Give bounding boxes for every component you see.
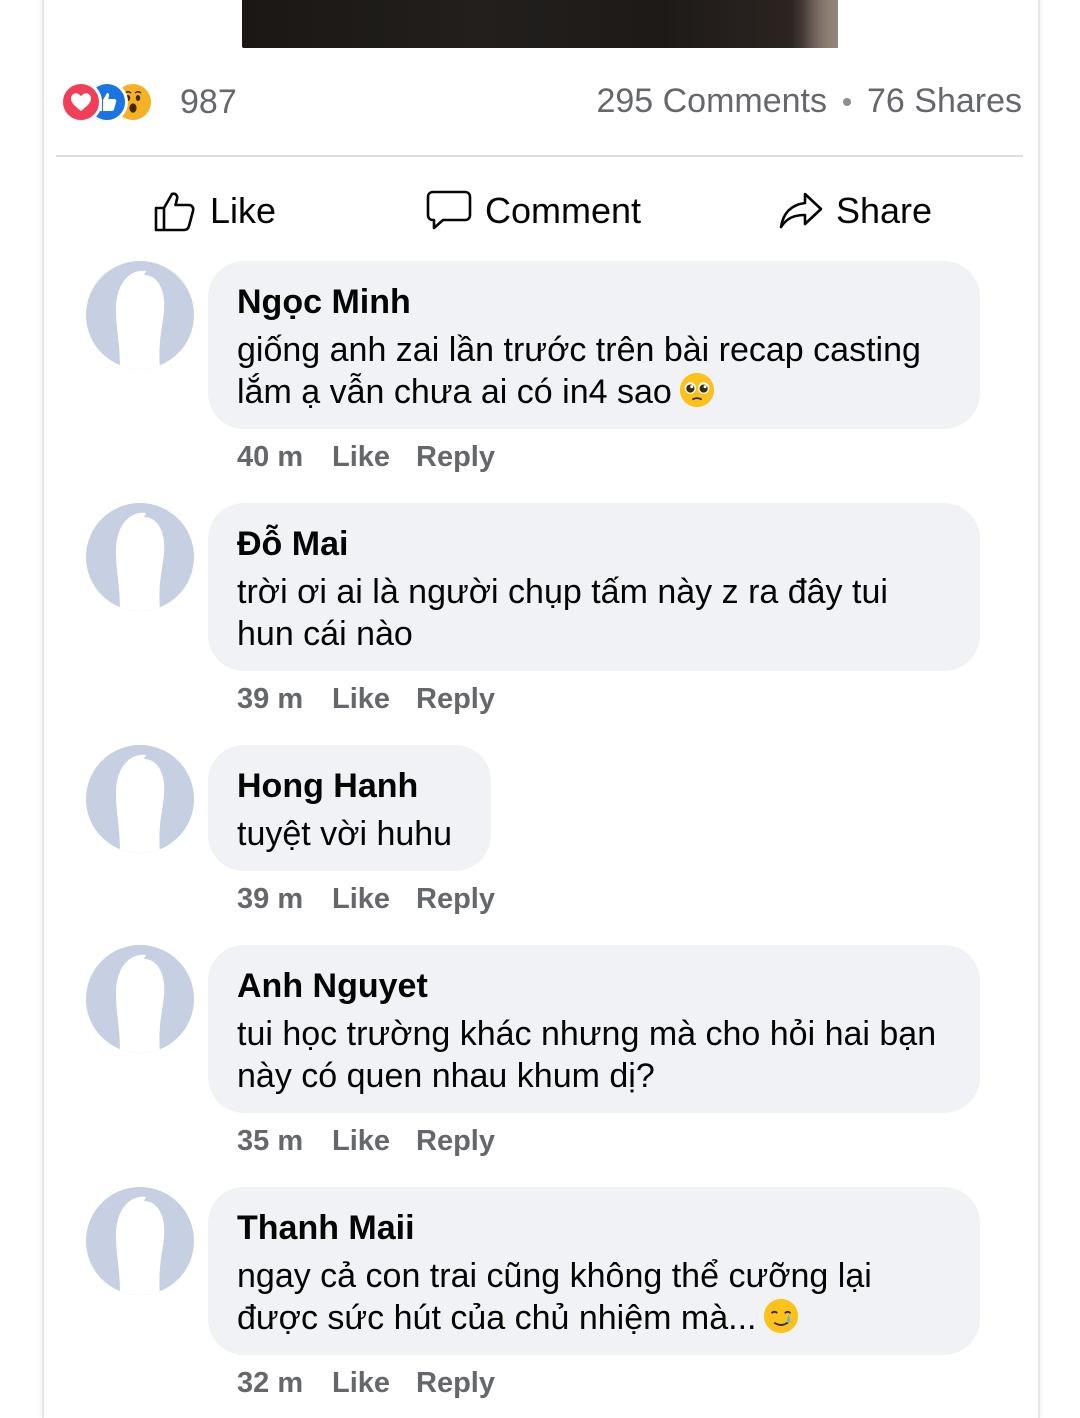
comment-like-link[interactable]: Like xyxy=(332,441,416,474)
share-button[interactable]: Share xyxy=(778,183,932,239)
share-button-label: Share xyxy=(836,190,933,231)
reactions-summary[interactable]: 987 xyxy=(60,78,237,126)
comment-like-link[interactable]: Like xyxy=(332,883,416,916)
comment-author[interactable]: Anh Nguyet xyxy=(237,965,950,1007)
comment-meta: 39 m Like Reply xyxy=(237,683,495,716)
comment-like-link[interactable]: Like xyxy=(332,683,416,716)
comment-author[interactable]: Thanh Maii xyxy=(237,1207,950,1249)
comment-time[interactable]: 39 m xyxy=(237,883,332,916)
comment-time[interactable]: 39 m xyxy=(237,683,332,716)
comment-text: trời ơi ai là người chụp tấm này z ra đâ… xyxy=(237,573,888,653)
comment-time[interactable]: 40 m xyxy=(237,441,332,474)
thumbs-up-icon xyxy=(154,192,195,232)
post-photo[interactable] xyxy=(242,0,838,48)
comment-like-link[interactable]: Like xyxy=(332,1125,416,1158)
avatar[interactable] xyxy=(86,1187,194,1295)
comment-text: giống anh zai lần trước trên bài recap c… xyxy=(237,331,921,411)
comment-bubble[interactable]: Đỗ Mai trời ơi ai là người chụp tấm này … xyxy=(208,503,980,671)
shares-count[interactable]: 76 Shares xyxy=(867,82,1022,121)
comment-meta: 39 m Like Reply xyxy=(237,883,495,916)
comment-meta: 32 m Like Reply xyxy=(237,1367,495,1400)
comment-reply-link[interactable]: Reply xyxy=(416,1367,495,1400)
comment-text: tuyệt vời huhu xyxy=(237,815,453,853)
comment-time[interactable]: 35 m xyxy=(237,1125,332,1158)
comment-text: tui học trường khác nhưng mà cho hỏi hai… xyxy=(237,1015,937,1095)
comment-button[interactable]: Comment xyxy=(425,183,641,239)
comment-bubble[interactable]: Anh Nguyet tui học trường khác nhưng mà … xyxy=(208,945,980,1113)
share-arrow-icon xyxy=(779,192,823,229)
reaction-count: 987 xyxy=(180,82,237,121)
comment-reply-link[interactable]: Reply xyxy=(416,441,495,474)
comment-author[interactable]: Đỗ Mai xyxy=(237,523,950,565)
comment-meta: 40 m Like Reply xyxy=(237,441,495,474)
comment-bubble[interactable]: Thanh Maii ngay cả con trai cũng không t… xyxy=(208,1187,980,1355)
post-stats: 295 Comments 76 Shares xyxy=(596,82,1022,121)
comments-count[interactable]: 295 Comments xyxy=(596,82,827,121)
like-button[interactable]: Like xyxy=(152,183,276,239)
like-button-label: Like xyxy=(210,190,277,231)
comment-bubble[interactable]: Ngọc Minh giống anh zai lần trước trên b… xyxy=(208,261,980,429)
comment-reply-link[interactable]: Reply xyxy=(416,1125,495,1158)
comment-reply-link[interactable]: Reply xyxy=(416,683,495,716)
separator-dot xyxy=(843,97,851,106)
avatar[interactable] xyxy=(86,261,194,369)
comment-button-label: Comment xyxy=(485,190,642,231)
comment-time[interactable]: 32 m xyxy=(237,1367,332,1400)
love-icon xyxy=(60,81,102,123)
avatar[interactable] xyxy=(86,945,194,1053)
comment-author[interactable]: Hong Hanh xyxy=(237,765,461,807)
crying-smile-emoji xyxy=(764,1298,799,1334)
comment-meta: 35 m Like Reply xyxy=(237,1125,495,1158)
avatar[interactable] xyxy=(86,745,194,853)
avatar[interactable] xyxy=(86,503,194,611)
comment-author[interactable]: Ngọc Minh xyxy=(237,281,950,323)
comment-reply-link[interactable]: Reply xyxy=(416,883,495,916)
pleading-face-emoji xyxy=(679,372,714,408)
comment-text: ngay cả con trai cũng không thể cưỡng lạ… xyxy=(237,1257,872,1337)
comment-bubble[interactable]: Hong Hanh tuyệt vời huhu xyxy=(208,745,491,871)
comment-like-link[interactable]: Like xyxy=(332,1367,416,1400)
divider xyxy=(56,155,1023,157)
speech-bubble-icon xyxy=(426,190,472,230)
